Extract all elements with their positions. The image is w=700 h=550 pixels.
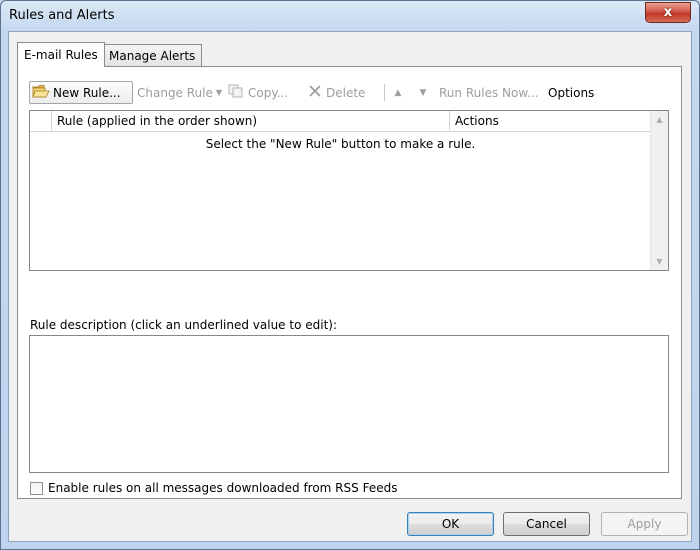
- folder-icon: [32, 84, 50, 101]
- tab-manage-alerts-label: Manage Alerts: [109, 48, 196, 63]
- scroll-up-icon[interactable]: ▲: [651, 111, 668, 128]
- options-label: Options: [548, 85, 595, 100]
- arrow-down-icon: ▼: [419, 87, 427, 98]
- rules-list-header: Rule (applied in the order shown) Action…: [30, 111, 651, 132]
- copy-button[interactable]: Copy...: [228, 81, 288, 104]
- dropdown-arrow-icon: ▼: [215, 88, 223, 97]
- copy-label: Copy...: [248, 85, 289, 100]
- rss-rules-label: Enable rules on all messages downloaded …: [48, 481, 398, 495]
- checkbox-column-header[interactable]: [30, 111, 52, 131]
- cancel-button[interactable]: Cancel: [503, 512, 590, 536]
- scroll-down-icon[interactable]: ▼: [651, 253, 668, 270]
- rules-empty-message: Select the "New Rule" button to make a r…: [205, 137, 476, 151]
- close-button[interactable]: x: [645, 2, 691, 23]
- run-rules-now-label: Run Rules Now...: [439, 85, 539, 100]
- email-rules-panel: New Rule... Change Rule ▼ Copy... Delete…: [17, 66, 682, 499]
- change-rule-button[interactable]: Change Rule ▼: [137, 81, 222, 104]
- new-rule-label: New Rule...: [53, 85, 121, 100]
- rules-and-alerts-dialog: Rules and Alerts x E-mail Rules Manage A…: [0, 0, 700, 550]
- ok-label: OK: [441, 517, 460, 531]
- tab-email-rules[interactable]: E-mail Rules: [17, 42, 105, 67]
- rule-column-header[interactable]: Rule (applied in the order shown): [52, 111, 450, 131]
- copy-icon: [228, 84, 244, 101]
- rules-list[interactable]: Rule (applied in the order shown) Action…: [29, 110, 669, 271]
- toolbar-separator: [384, 84, 385, 101]
- delete-label: Delete: [326, 85, 366, 100]
- rss-option-row[interactable]: Enable rules on all messages downloaded …: [30, 481, 397, 495]
- rules-list-scrollbar[interactable]: ▲ ▼: [650, 111, 668, 270]
- dialog-client-area: E-mail Rules Manage Alerts New Rule... C…: [8, 31, 692, 542]
- delete-button[interactable]: Delete: [308, 81, 365, 104]
- move-up-button[interactable]: ▲: [388, 81, 408, 104]
- change-rule-label: Change Rule: [137, 85, 213, 100]
- rss-rules-checkbox[interactable]: [30, 481, 43, 495]
- rule-column-label: Rule (applied in the order shown): [57, 114, 258, 128]
- arrow-up-icon: ▲: [394, 87, 402, 98]
- cancel-label: Cancel: [526, 517, 567, 531]
- title-bar[interactable]: Rules and Alerts x: [1, 1, 699, 31]
- apply-label: Apply: [627, 517, 662, 531]
- actions-column-label: Actions: [455, 114, 499, 128]
- actions-column-header[interactable]: Actions: [450, 111, 650, 131]
- apply-button[interactable]: Apply: [601, 512, 688, 536]
- window-title: Rules and Alerts: [9, 8, 115, 23]
- options-button[interactable]: Options: [548, 81, 594, 104]
- delete-x-icon: [308, 84, 322, 101]
- new-rule-button[interactable]: New Rule...: [29, 81, 133, 104]
- tab-manage-alerts[interactable]: Manage Alerts: [102, 44, 203, 66]
- rules-toolbar: New Rule... Change Rule ▼ Copy... Delete…: [29, 81, 673, 105]
- run-rules-now-button[interactable]: Run Rules Now...: [439, 81, 539, 104]
- tab-email-rules-label: E-mail Rules: [24, 48, 98, 62]
- rule-description-box[interactable]: [29, 335, 669, 473]
- close-icon: x: [663, 5, 673, 20]
- move-down-button[interactable]: ▼: [413, 81, 433, 104]
- ok-button[interactable]: OK: [407, 512, 494, 536]
- rule-description-label: Rule description (click an underlined va…: [30, 318, 338, 332]
